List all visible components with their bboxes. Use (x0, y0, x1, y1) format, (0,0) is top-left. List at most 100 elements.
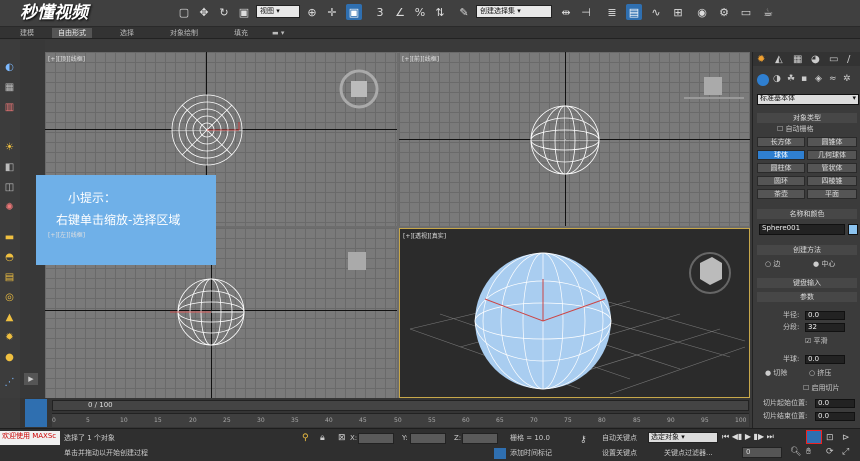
set-key-button[interactable]: 设置关键点 (602, 448, 637, 458)
auto-key-button[interactable]: 自动关键点 (602, 433, 637, 443)
hierarchy-tab-icon[interactable]: ▦ (793, 54, 802, 65)
zoom-icon[interactable]: 🔍︎ (790, 447, 801, 457)
tube-button[interactable]: 管状体 (807, 163, 857, 173)
viewcube-perspective[interactable] (689, 252, 731, 294)
ribbon-tab-modeling[interactable]: 建模 (14, 28, 40, 38)
layers-icon[interactable]: ≣ (604, 4, 620, 20)
box-button[interactable]: 长方体 (757, 137, 805, 147)
sphere-wireframe-top[interactable] (165, 92, 275, 172)
camera-icon[interactable]: ◧ (2, 160, 17, 175)
enable-slice-checkbox[interactable]: ☐ 启用切片 (803, 384, 840, 393)
cylinder-button[interactable]: 圆柱体 (757, 163, 805, 173)
zoom-extents-icon[interactable]: ⊡ (826, 433, 834, 443)
plane-button[interactable]: 平面 (807, 189, 857, 199)
keyboard-shortcut-icon[interactable]: ▣ (346, 4, 362, 20)
sphere-wireframe-left[interactable] (170, 276, 260, 352)
viewcube-left[interactable] (348, 252, 366, 270)
named-selection-select[interactable]: 创建选择集 ▾ (476, 5, 552, 18)
object-color-swatch[interactable] (848, 224, 858, 235)
time-tag-icon[interactable] (494, 448, 506, 459)
torus-shape-icon[interactable]: ◎ (2, 290, 17, 305)
ribbon-toggle-icon[interactable]: ▤ (626, 4, 642, 20)
shapes-icon[interactable]: ◑ (773, 74, 781, 84)
x-coord-field[interactable] (358, 433, 394, 444)
key-icon[interactable]: ⚷ (580, 435, 587, 445)
sphere-shape-icon[interactable]: ◓ (2, 250, 17, 265)
helper-icon[interactable]: ◫ (2, 180, 17, 195)
lights-icon[interactable]: ☘ (787, 74, 795, 84)
y-coord-field[interactable] (410, 433, 446, 444)
render-icon[interactable]: ☕ (760, 4, 776, 20)
viewport-label-perspective[interactable]: [+][透视][真实] (403, 231, 446, 240)
keyboard-entry-header[interactable]: 键盘输入 (757, 278, 857, 288)
creation-method-header[interactable]: 创建方法 (757, 245, 857, 255)
geosphere-button[interactable]: 几何球体 (807, 150, 857, 160)
cone-button[interactable]: 圆锥体 (807, 137, 857, 147)
viewcube-top[interactable] (337, 67, 381, 111)
viewport-label-top[interactable]: [+][顶][线框] (48, 54, 85, 63)
cameras-icon[interactable]: ▪ (801, 74, 807, 84)
pyramid-button[interactable]: 四棱锥 (807, 176, 857, 186)
scale-icon[interactable]: ▣ (236, 4, 252, 20)
edit-named-selection-icon[interactable]: ✎ (456, 4, 472, 20)
create-icon[interactable]: ◐ (2, 60, 17, 75)
pan-hand-icon[interactable]: ✋︎ (806, 447, 811, 457)
hierarchy-icon[interactable]: ▥ (2, 100, 17, 115)
angle-snap-icon[interactable]: ∠ (392, 4, 408, 20)
rendered-frame-icon[interactable]: ▭ (738, 4, 754, 20)
z-coord-field[interactable] (462, 433, 498, 444)
material-editor-icon[interactable]: ◉ (694, 4, 710, 20)
isolate-icon[interactable]: ⚲ (302, 433, 309, 443)
maximize-viewport-icon[interactable]: ⤢ (842, 447, 849, 457)
ribbon-tab-freeform[interactable]: 自由形式 (52, 28, 92, 38)
radio-edge[interactable]: ○ 边 (765, 260, 780, 269)
display-tab-icon[interactable]: ▭ (829, 54, 838, 65)
lock-selection-icon[interactable]: 🔒︎ (320, 433, 325, 443)
render-setup-icon[interactable]: ⚙ (716, 4, 732, 20)
expand-arrow-icon[interactable]: ▶ (24, 373, 38, 385)
orbit-icon[interactable]: ⟳ (826, 447, 834, 457)
viewport-perspective[interactable]: [+][透视][真实] (399, 228, 750, 398)
rotate-icon[interactable]: ↻ (216, 4, 232, 20)
slice-to-input[interactable]: 0.0 (815, 412, 855, 421)
ribbon-options-icon[interactable]: ▬ ▾ (266, 28, 290, 38)
absolute-mode-icon[interactable]: ⊠ (338, 433, 346, 443)
select-manipulate-icon[interactable]: ✛ (324, 4, 340, 20)
cone-shape-icon[interactable]: ▲ (2, 310, 17, 325)
sphere-wireframe-front[interactable] (524, 102, 614, 182)
playback-controls[interactable]: ⏮ ◀▮ ▶ ▮▶ ⏭ (722, 432, 802, 443)
schematic-view-icon[interactable]: ⊞ (670, 4, 686, 20)
systems-icon[interactable]: ✲ (843, 74, 851, 84)
autogrid-checkbox[interactable]: ☐ 自动栅格 (777, 125, 814, 134)
cylinder-shape-icon[interactable]: ▤ (2, 270, 17, 285)
time-ruler[interactable]: 0 5 10 15 20 25 30 35 40 45 50 55 60 65 70 75 80 85 90 95 10… (52, 413, 749, 427)
create-tab-icon[interactable]: ✹ (757, 54, 765, 65)
field-of-view-icon[interactable]: ⊳ (842, 433, 850, 443)
object-name-input[interactable]: Sphere001 (759, 224, 845, 235)
teapot-button[interactable]: 茶壶 (757, 189, 805, 199)
viewport-front[interactable]: [+][前][线框] (399, 52, 750, 226)
radio-chop[interactable]: ● 切除 (765, 369, 787, 378)
reference-coord-select[interactable]: 视图 ▾ (256, 5, 300, 18)
modify-tab-icon[interactable]: ◭ (775, 54, 783, 65)
grid-tools-icon[interactable]: ⋰ (2, 375, 17, 390)
add-time-tag[interactable]: 添加时间标记 (510, 448, 552, 458)
ribbon-tab-populate[interactable]: 填充 (228, 28, 254, 38)
smooth-checkbox[interactable]: ☑ 平滑 (805, 337, 828, 346)
box-shape-icon[interactable]: ▬ (2, 230, 17, 245)
time-slider[interactable]: 0 / 100 (52, 400, 749, 411)
light-icon[interactable]: ☀ (2, 140, 17, 155)
primitive-type-dropdown[interactable]: 标准基本体 ▾ (757, 94, 859, 105)
key-filters-button[interactable]: 关键点过滤器... (664, 448, 713, 458)
viewport-label-left[interactable]: [+][左][线框] (48, 230, 85, 239)
torus-button[interactable]: 圆环 (757, 176, 805, 186)
sun-shape-icon[interactable]: ✹ (2, 330, 17, 345)
align-icon[interactable]: ⊣ (578, 4, 594, 20)
ribbon-tab-selection[interactable]: 选择 (114, 28, 140, 38)
geosphere-shape-icon[interactable]: ● (2, 350, 17, 365)
spinner-snap-icon[interactable]: ⇅ (432, 4, 448, 20)
curve-editor-icon[interactable]: ∿ (648, 4, 664, 20)
radio-squash[interactable]: ○ 挤压 (809, 369, 831, 378)
motion-tab-icon[interactable]: ◕ (811, 54, 820, 65)
helpers-icon[interactable]: ◈ (815, 74, 822, 84)
